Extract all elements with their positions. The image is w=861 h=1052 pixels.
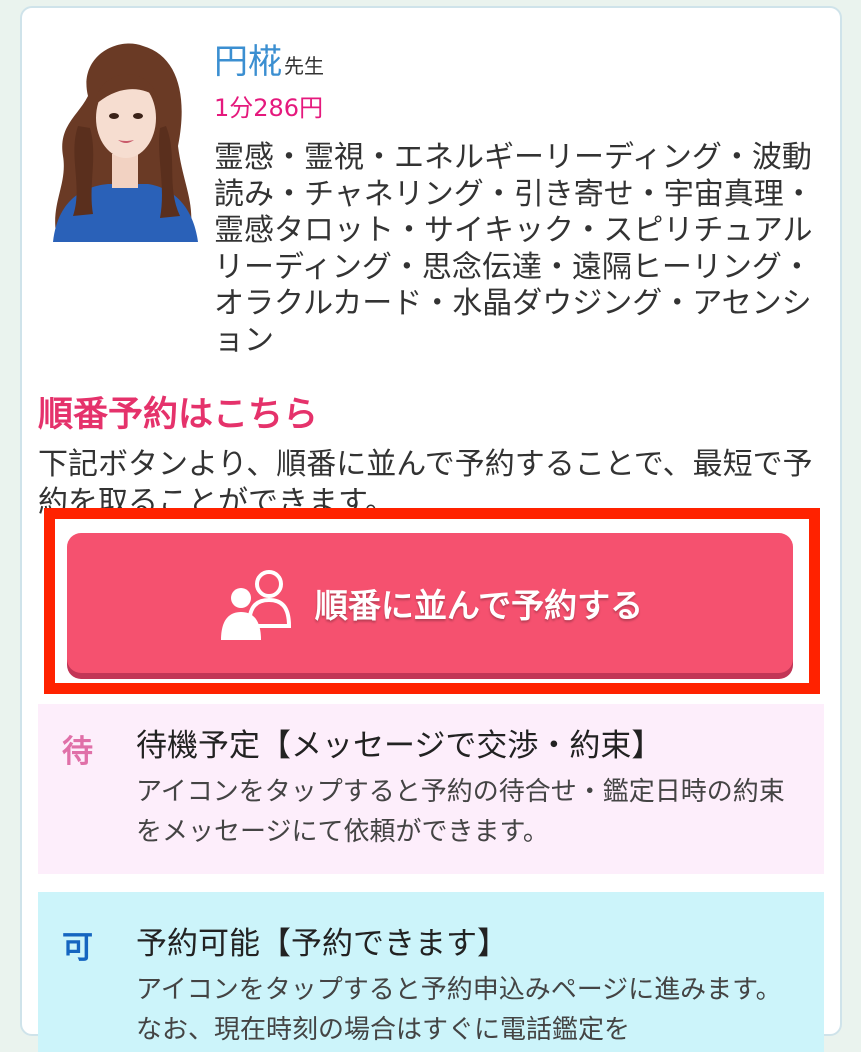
- portrait-image: [48, 36, 198, 242]
- status-available-title: 予約可能【予約できます】: [136, 926, 508, 962]
- avatar[interactable]: [48, 36, 198, 242]
- status-wait-badge: 待: [62, 734, 93, 770]
- teacher-name[interactable]: 円椛: [214, 42, 282, 82]
- queue-reservation-label: 順番に並んで予約する: [314, 586, 644, 625]
- status-wait-title: 待機予定【メッセージで交渉・約束】: [136, 728, 663, 764]
- reservation-title: 順番予約はこちら: [38, 395, 319, 435]
- status-wait-panel: 待 待機予定【メッセージで交渉・約束】 アイコンをタップすると予約の待合せ・鑑定…: [38, 704, 824, 874]
- name-row: 円椛 先生: [214, 34, 324, 83]
- status-available-panel: 可 予約可能【予約できます】 アイコンをタップすると予約申込みページに進みます。…: [38, 892, 824, 1052]
- status-available-text: アイコンをタップすると予約申込みページに進みます。なお、現在時刻の場合はすぐに電…: [136, 975, 782, 1045]
- teacher-honorific: 先生: [284, 54, 324, 78]
- genre-list: 霊感・霊視・エネルギーリーディング・波動読み・チャネリング・引き寄せ・宇宙真理・…: [214, 140, 814, 358]
- price-per-minute: 1分286円: [214, 94, 324, 122]
- status-wait-text: アイコンをタップすると予約の待合せ・鑑定日時の約束をメッセージにて依頼ができます…: [136, 777, 785, 847]
- fortune-teller-card: 円椛 先生 1分286円 霊感・霊視・エネルギーリーディング・波動読み・チャネリン…: [20, 6, 842, 1052]
- status-available-badge: 可: [62, 930, 93, 966]
- people-icon: [220, 570, 291, 640]
- button-highlight-frame: 順番に並んで予約する: [44, 508, 820, 694]
- queue-reservation-button[interactable]: 順番に並んで予約する: [67, 533, 793, 673]
